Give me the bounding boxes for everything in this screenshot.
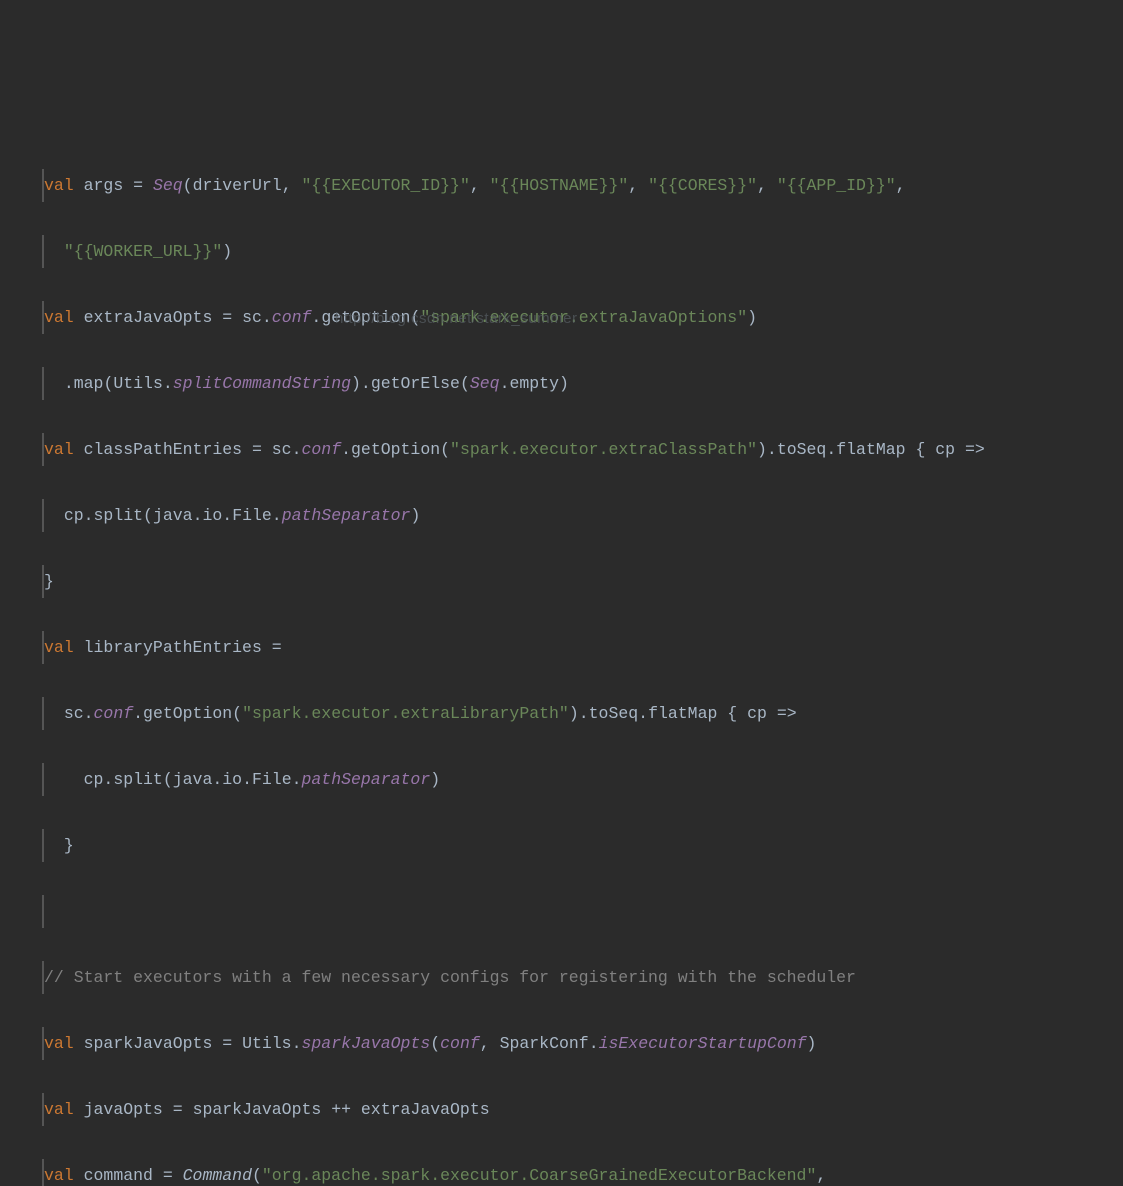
code-line: } (42, 829, 1123, 862)
code-line: val command = Command("org.apache.spark.… (42, 1159, 1123, 1186)
code-line (42, 895, 1123, 928)
code-line: cp.split(java.io.File.pathSeparator) (42, 499, 1123, 532)
code-line: sc.conf.getOption("spark.executor.extraL… (42, 697, 1123, 730)
code-line: val javaOpts = sparkJavaOpts ++ extraJav… (42, 1093, 1123, 1126)
code-line: val classPathEntries = sc.conf.getOption… (42, 433, 1123, 466)
code-line: val args = Seq(driverUrl, "{{EXECUTOR_ID… (42, 169, 1123, 202)
keyword-val: val (44, 176, 74, 195)
code-editor[interactable]: val args = Seq(driverUrl, "{{EXECUTOR_ID… (42, 136, 1123, 1186)
code-line: val libraryPathEntries = (42, 631, 1123, 664)
comment: // Start executors with a few necessary … (44, 968, 856, 987)
code-line: val sparkJavaOpts = Utils.sparkJavaOpts(… (42, 1027, 1123, 1060)
code-line: val extraJavaOpts = sc.conf.getOption("s… (42, 301, 1123, 334)
code-line: .map(Utils.splitCommandString).getOrElse… (42, 367, 1123, 400)
type-seq: Seq (153, 176, 183, 195)
code-line: "{{WORKER_URL}}") (42, 235, 1123, 268)
code-line: } (42, 565, 1123, 598)
code-line: cp.split(java.io.File.pathSeparator) (42, 763, 1123, 796)
string-literal: "{{EXECUTOR_ID}}" (302, 176, 470, 195)
code-line: // Start executors with a few necessary … (42, 961, 1123, 994)
